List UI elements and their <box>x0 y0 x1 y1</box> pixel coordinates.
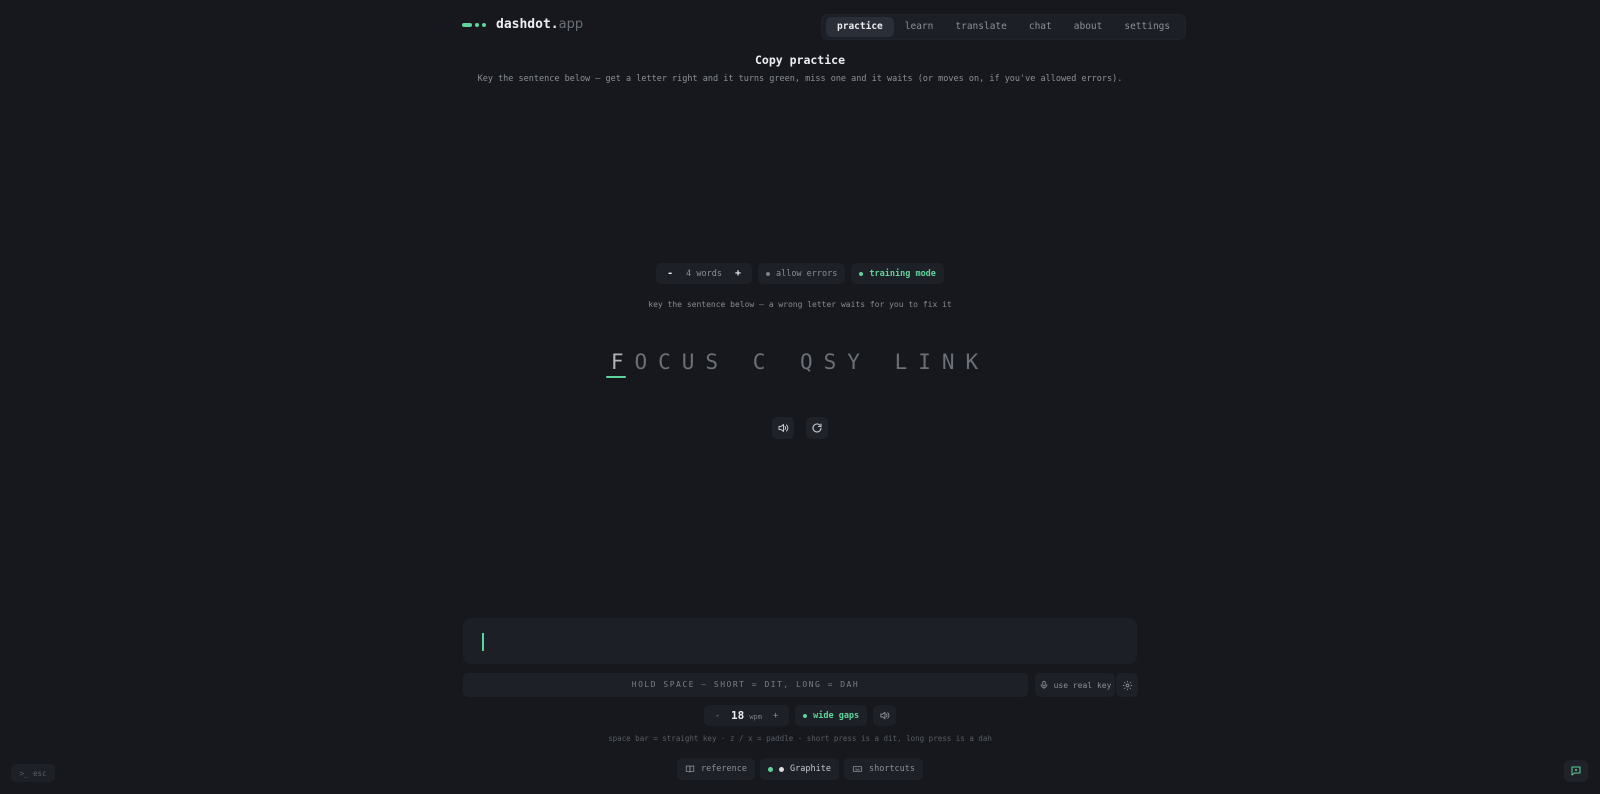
chat-bubble-icon <box>1571 766 1581 776</box>
practice-controls: - 4 words + allow errors training mode <box>0 263 1600 284</box>
training-mode-label: training mode <box>869 268 936 279</box>
wpm-stepper: - 18 wpm + <box>703 705 790 726</box>
bottom-toolbar: reference Graphite shortcuts <box>0 758 1600 780</box>
allow-errors-label: allow errors <box>775 268 838 279</box>
wpm-increase-button[interactable]: + <box>770 711 781 721</box>
keyboard-icon <box>852 766 863 772</box>
play-sound-button[interactable] <box>772 417 794 439</box>
word-count-decrease-button[interactable]: - <box>664 268 676 279</box>
speaker-icon <box>778 424 789 432</box>
shortcuts-button[interactable]: shortcuts <box>843 758 924 780</box>
word-count-value: 4 words <box>686 268 722 279</box>
tab-about[interactable]: about <box>1063 17 1114 37</box>
toggle-on-dot-icon <box>859 271 864 276</box>
speaker-icon <box>880 711 890 720</box>
wpm-display: 18 wpm <box>731 709 762 722</box>
current-letter: F <box>610 350 635 374</box>
sidetone-button[interactable] <box>873 705 897 726</box>
morse-input-area[interactable] <box>463 618 1137 664</box>
reference-label: reference <box>700 764 748 774</box>
wide-gaps-label: wide gaps <box>813 710 860 721</box>
tab-translate[interactable]: translate <box>944 17 1017 37</box>
page-title: Copy practice <box>754 53 845 67</box>
spacebar-key-area[interactable]: HOLD SPACE — SHORT = DIT, LONG = DAH <box>463 673 1028 697</box>
key-settings-button[interactable] <box>1116 673 1138 697</box>
tab-settings[interactable]: settings <box>1113 17 1181 37</box>
keying-hint: space bar = straight key · z / x = paddl… <box>608 734 992 743</box>
use-real-key-label: use real key <box>1053 680 1112 690</box>
page-subtitle: Key the sentence below — get a letter ri… <box>477 74 1123 84</box>
theme-button[interactable]: Graphite <box>760 758 839 780</box>
theme-swatch-icon <box>779 766 785 772</box>
logo-name: dashdot. <box>496 17 559 32</box>
main-nav: practice learn translate chat about sett… <box>821 14 1187 40</box>
allow-errors-toggle[interactable]: allow errors <box>757 263 846 284</box>
status-dot-icon <box>768 766 774 772</box>
logo[interactable]: dashdot. app <box>462 17 583 32</box>
tab-learn[interactable]: learn <box>894 17 945 37</box>
book-icon <box>685 765 695 773</box>
practice-hint: key the sentence below — a wrong letter … <box>648 300 952 309</box>
theme-label: Graphite <box>790 764 831 774</box>
speed-controls: - 18 wpm + wide gaps <box>0 705 1600 726</box>
wpm-unit: wpm <box>749 713 762 721</box>
word-count-increase-button[interactable]: + <box>732 268 744 279</box>
logo-mark-icon <box>462 22 486 27</box>
reset-button[interactable] <box>806 417 828 439</box>
wpm-value: 18 <box>730 709 745 722</box>
esc-button[interactable]: >_ esc <box>11 764 55 782</box>
refresh-icon <box>812 423 822 433</box>
remaining-letters: OCUS C QSY LINK <box>634 350 990 374</box>
input-caret <box>482 633 484 651</box>
tab-practice[interactable]: practice <box>826 17 894 37</box>
target-sentence: FOCUS C QSY LINK <box>0 350 1600 374</box>
training-mode-toggle[interactable]: training mode <box>851 263 944 284</box>
word-count-stepper: - 4 words + <box>656 263 752 284</box>
reference-button[interactable]: reference <box>676 758 756 780</box>
logo-tld: app <box>558 17 584 32</box>
gear-icon <box>1122 680 1132 690</box>
toggle-off-dot-icon <box>765 271 770 276</box>
shortcuts-label: shortcuts <box>868 764 916 774</box>
use-real-key-button[interactable]: use real key <box>1035 673 1115 697</box>
wide-gaps-toggle[interactable]: wide gaps <box>795 705 868 726</box>
feedback-chat-button[interactable] <box>1564 760 1588 782</box>
wpm-decrease-button[interactable]: - <box>712 711 723 721</box>
microphone-icon <box>1040 680 1047 690</box>
toggle-on-dot-icon <box>803 713 808 718</box>
current-letter-underline <box>606 376 626 378</box>
tab-chat[interactable]: chat <box>1018 17 1063 37</box>
